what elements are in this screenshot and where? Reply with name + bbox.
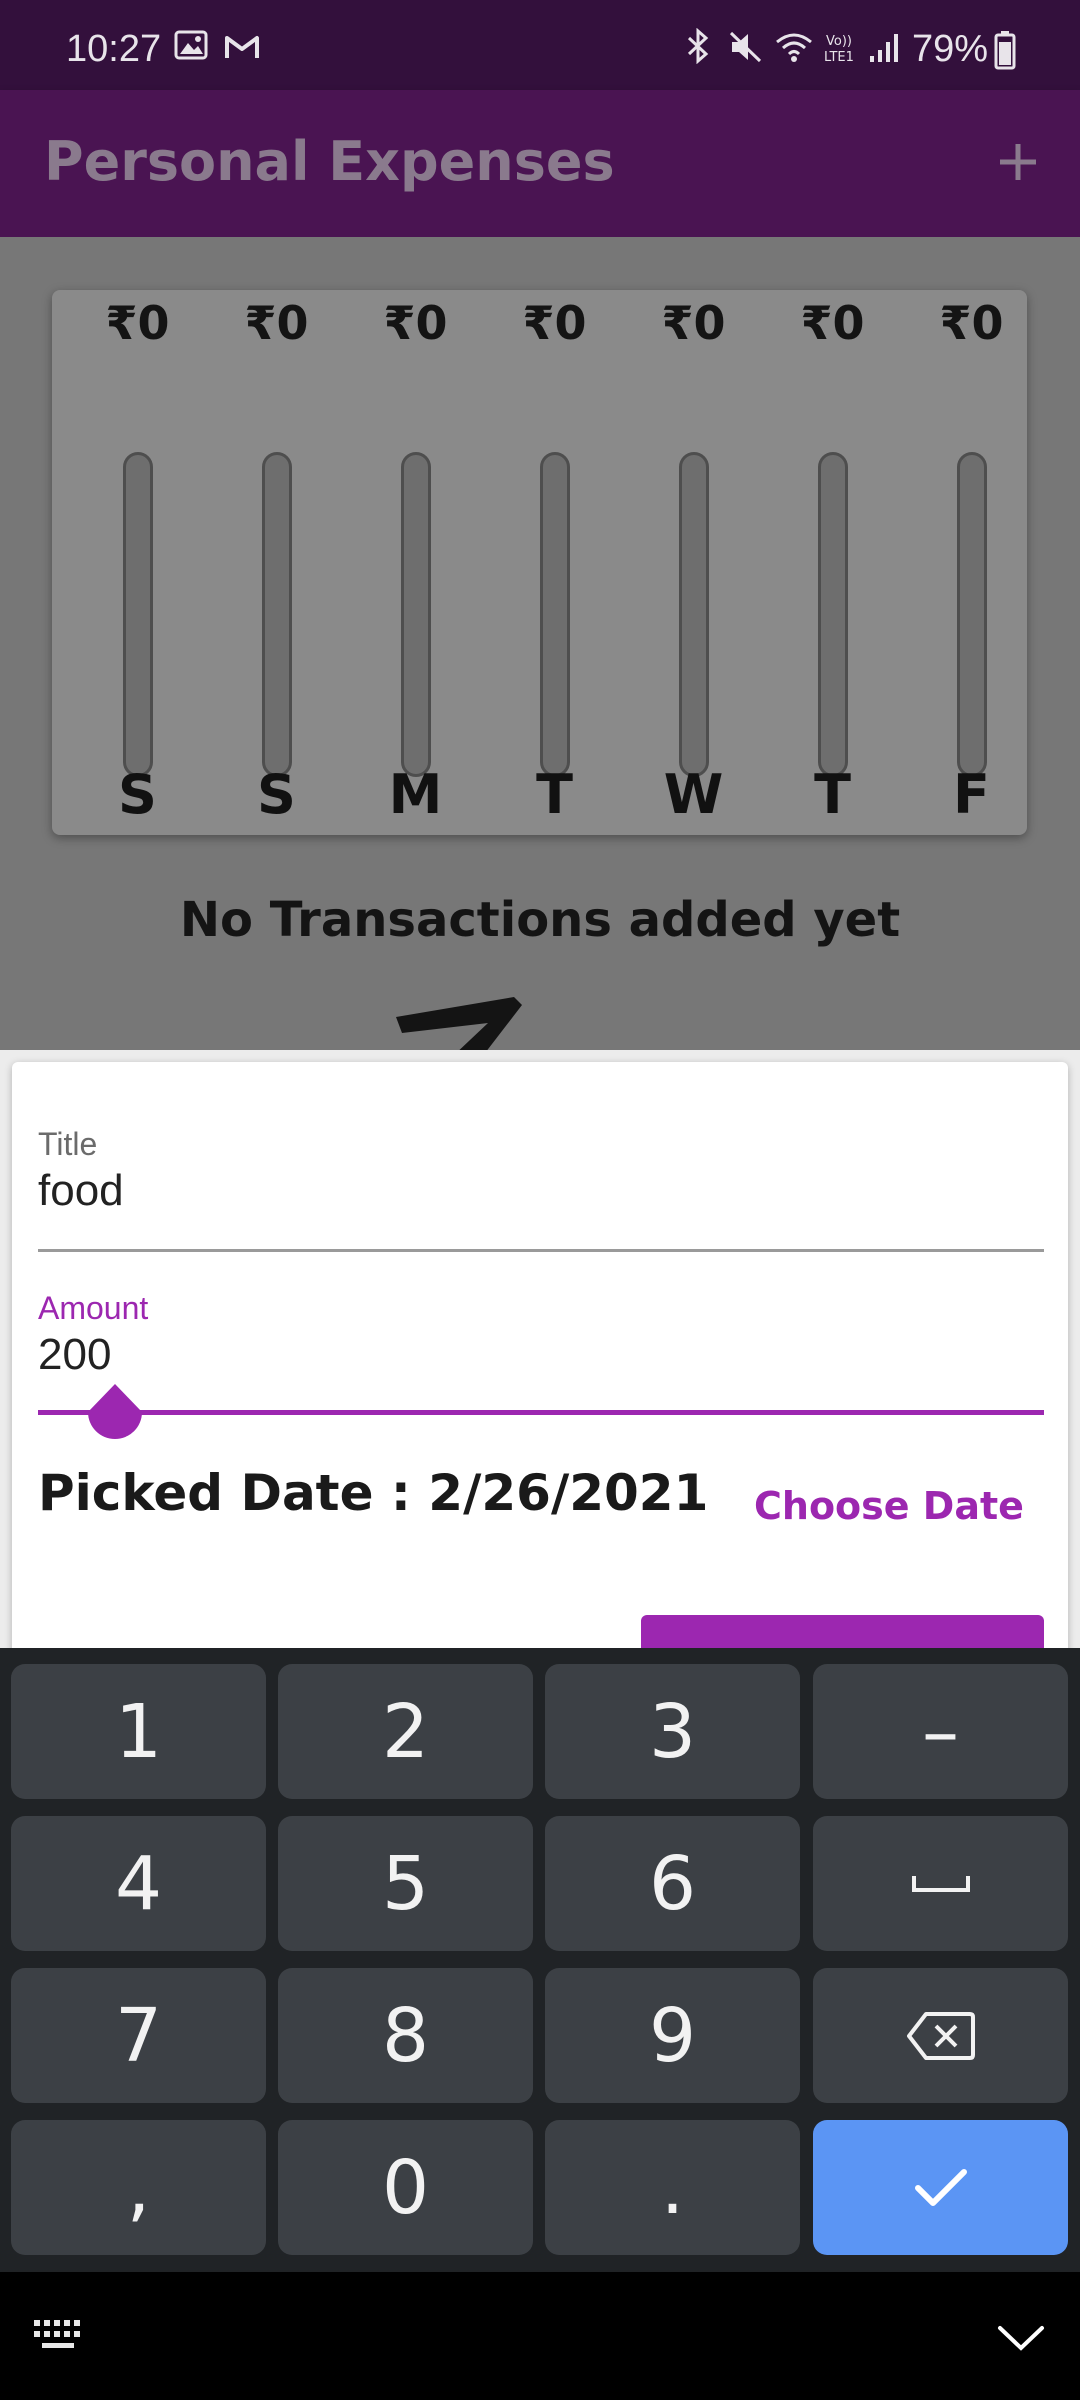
- bar-day-label: F: [953, 763, 990, 826]
- backspace-icon: [906, 2011, 975, 2060]
- navigation-bar: [0, 2272, 1080, 2400]
- chart-bar: ₹0 M: [346, 290, 485, 835]
- key-4[interactable]: 4: [11, 1816, 266, 1951]
- bar-track: [957, 452, 987, 777]
- bar-amount: ₹0: [522, 296, 587, 350]
- bar-day-label: S: [118, 763, 157, 826]
- svg-text:Vo)): Vo)): [826, 34, 852, 49]
- empty-state-illustration: [396, 997, 522, 1050]
- chart-bar: ₹0 S: [68, 290, 207, 835]
- bar-track: [679, 452, 709, 777]
- bar-track: [262, 452, 292, 777]
- space-icon: [911, 1875, 970, 1892]
- bar-amount: ₹0: [383, 296, 448, 350]
- bar-day-label: W: [663, 763, 724, 826]
- bar-track: [540, 452, 570, 777]
- bar-amount: ₹0: [661, 296, 726, 350]
- signal-icon: [870, 34, 898, 62]
- key-space[interactable]: [813, 1816, 1068, 1951]
- chart-bar: ₹0 T: [763, 290, 902, 835]
- key-2[interactable]: 2: [278, 1664, 533, 1799]
- title-field-label: Title: [38, 1126, 98, 1162]
- chart-bar: ₹0 F: [902, 290, 1041, 835]
- numeric-keyboard: 1 2 3 – 4 5 6 7 8 9 , 0 .: [0, 1648, 1080, 2272]
- gmail-icon: [225, 36, 259, 58]
- key-1[interactable]: 1: [11, 1664, 266, 1799]
- picked-date-text: Picked Date : 2/26/2021: [38, 1464, 709, 1522]
- status-time: 10:27: [66, 28, 162, 70]
- bar-day-label: T: [536, 763, 573, 826]
- bar-day-label: S: [257, 763, 296, 826]
- weekly-chart: ₹0 S ₹0 S ₹0 M ₹0 T ₹0 W ₹0 T ₹0 F: [52, 290, 1027, 835]
- svg-text:LTE1: LTE1: [824, 50, 854, 64]
- checkmark-icon: [914, 2168, 967, 2206]
- main-content: ₹0 S ₹0 S ₹0 M ₹0 T ₹0 W ₹0 T ₹0 F No Tr…: [0, 237, 1080, 1050]
- choose-date-button[interactable]: Choose Date: [754, 1484, 1024, 1528]
- bar-amount: ₹0: [800, 296, 865, 350]
- key-period[interactable]: .: [545, 2120, 800, 2255]
- battery-icon: [994, 31, 1016, 70]
- status-bar: 10:27 Vo)) LTE1 79%: [0, 0, 1080, 90]
- title-field[interactable]: food: [38, 1166, 124, 1216]
- amount-field-label: Amount: [38, 1290, 149, 1326]
- key-5[interactable]: 5: [278, 1816, 533, 1951]
- key-minus[interactable]: –: [813, 1664, 1068, 1799]
- key-7[interactable]: 7: [11, 1968, 266, 2103]
- bar-day-label: M: [388, 763, 443, 826]
- chart-bar: ₹0 T: [485, 290, 624, 835]
- mute-icon: [729, 31, 762, 63]
- chart-bar: ₹0 S: [207, 290, 346, 835]
- key-8[interactable]: 8: [278, 1968, 533, 2103]
- amount-field[interactable]: 200: [38, 1330, 111, 1380]
- title-field-underline: [38, 1249, 1044, 1252]
- image-icon: [174, 30, 208, 60]
- battery-percent: 79%: [912, 28, 989, 70]
- key-0[interactable]: 0: [278, 2120, 533, 2255]
- hide-keyboard-icon[interactable]: [996, 2322, 1046, 2352]
- key-done[interactable]: [813, 2120, 1068, 2255]
- transaction-form: Title food Amount 200 Picked Date : 2/26…: [12, 1062, 1068, 1662]
- amount-field-underline: [38, 1410, 1044, 1415]
- page-title: Personal Expenses: [44, 130, 615, 193]
- keyboard-switch-icon[interactable]: [32, 2318, 88, 2354]
- key-comma[interactable]: ,: [11, 2120, 266, 2255]
- volte-icon: Vo)) LTE1: [824, 34, 854, 64]
- plus-icon: [1000, 144, 1036, 180]
- bar-amount: ₹0: [105, 296, 170, 350]
- chart-bar: ₹0 W: [624, 290, 763, 835]
- bar-amount: ₹0: [244, 296, 309, 350]
- empty-state-text: No Transactions added yet: [179, 892, 901, 948]
- key-9[interactable]: 9: [545, 1968, 800, 2103]
- key-backspace[interactable]: [813, 1968, 1068, 2103]
- bar-amount: ₹0: [939, 296, 1004, 350]
- key-6[interactable]: 6: [545, 1816, 800, 1951]
- wifi-icon: [776, 33, 812, 62]
- bar-track: [123, 452, 153, 777]
- bluetooth-icon: [687, 28, 709, 64]
- key-3[interactable]: 3: [545, 1664, 800, 1799]
- bar-track: [401, 452, 431, 777]
- text-cursor-handle[interactable]: [84, 1382, 146, 1448]
- app-bar: Personal Expenses: [0, 90, 1080, 237]
- new-transaction-sheet: Title food Amount 200 Picked Date : 2/26…: [0, 1050, 1080, 1662]
- bar-track: [818, 452, 848, 777]
- add-transaction-button[interactable]: [980, 124, 1056, 200]
- bar-day-label: T: [814, 763, 851, 826]
